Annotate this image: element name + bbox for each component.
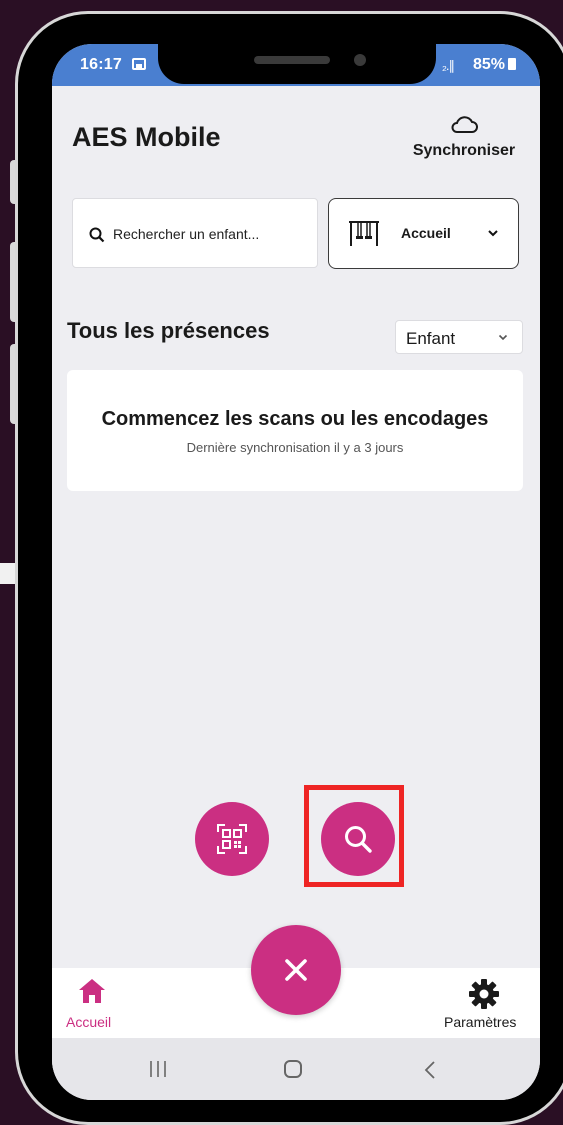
close-fab-button[interactable]	[251, 925, 341, 1015]
camera-notch	[158, 44, 436, 84]
section-title: Tous les présences	[67, 318, 270, 343]
app-screen: 16:17 ₂.∥ 85% AES Mobile Synchroniser Re…	[52, 44, 540, 1100]
camera	[354, 54, 366, 66]
swing-icon	[349, 221, 379, 246]
status-time: 16:17	[80, 56, 122, 73]
image-icon	[132, 58, 146, 70]
filter-label: Enfant	[406, 329, 456, 348]
highlight-annotation	[304, 785, 404, 887]
search-input[interactable]: Rechercher un enfant...	[72, 198, 318, 268]
synchroniser-label: Synchroniser	[412, 142, 516, 159]
search-placeholder: Rechercher un enfant...	[113, 226, 260, 242]
signal-indicator: ₂.∥	[441, 58, 455, 73]
qr-code-icon	[217, 824, 247, 854]
empty-state-card: Commencez les scans ou les encodages Der…	[67, 370, 523, 491]
chevron-down-icon	[488, 230, 498, 237]
search-icon	[89, 227, 105, 243]
background-bar	[0, 563, 18, 584]
location-label: Accueil	[401, 225, 451, 241]
battery-status: 85%	[473, 56, 516, 74]
synchroniser-button[interactable]: Synchroniser	[404, 114, 524, 174]
recent-apps-icon[interactable]	[148, 1060, 168, 1078]
speaker	[254, 56, 330, 64]
battery-icon	[508, 58, 516, 70]
app-title: AES Mobile	[72, 122, 221, 152]
nav-item-label: Accueil	[66, 1014, 112, 1030]
empty-state-subtitle: Dernière synchronisation il y a 3 jours	[186, 440, 404, 455]
chevron-down-icon	[498, 334, 508, 341]
system-nav-bar	[52, 1038, 540, 1100]
empty-state-title: Commencez les scans ou les encodages	[101, 408, 489, 430]
close-icon	[285, 959, 307, 981]
nav-item-label: Paramètres	[444, 1014, 517, 1030]
filter-select[interactable]: Enfant	[395, 320, 523, 354]
cloud-icon	[451, 116, 478, 133]
home-icon	[79, 979, 105, 1003]
scan-qr-button[interactable]	[195, 802, 269, 876]
gear-icon	[469, 979, 499, 1009]
battery-percent: 85%	[472, 56, 505, 73]
system-home-icon[interactable]	[284, 1060, 302, 1078]
back-icon[interactable]	[424, 1060, 436, 1080]
location-select[interactable]: Accueil	[328, 198, 519, 269]
